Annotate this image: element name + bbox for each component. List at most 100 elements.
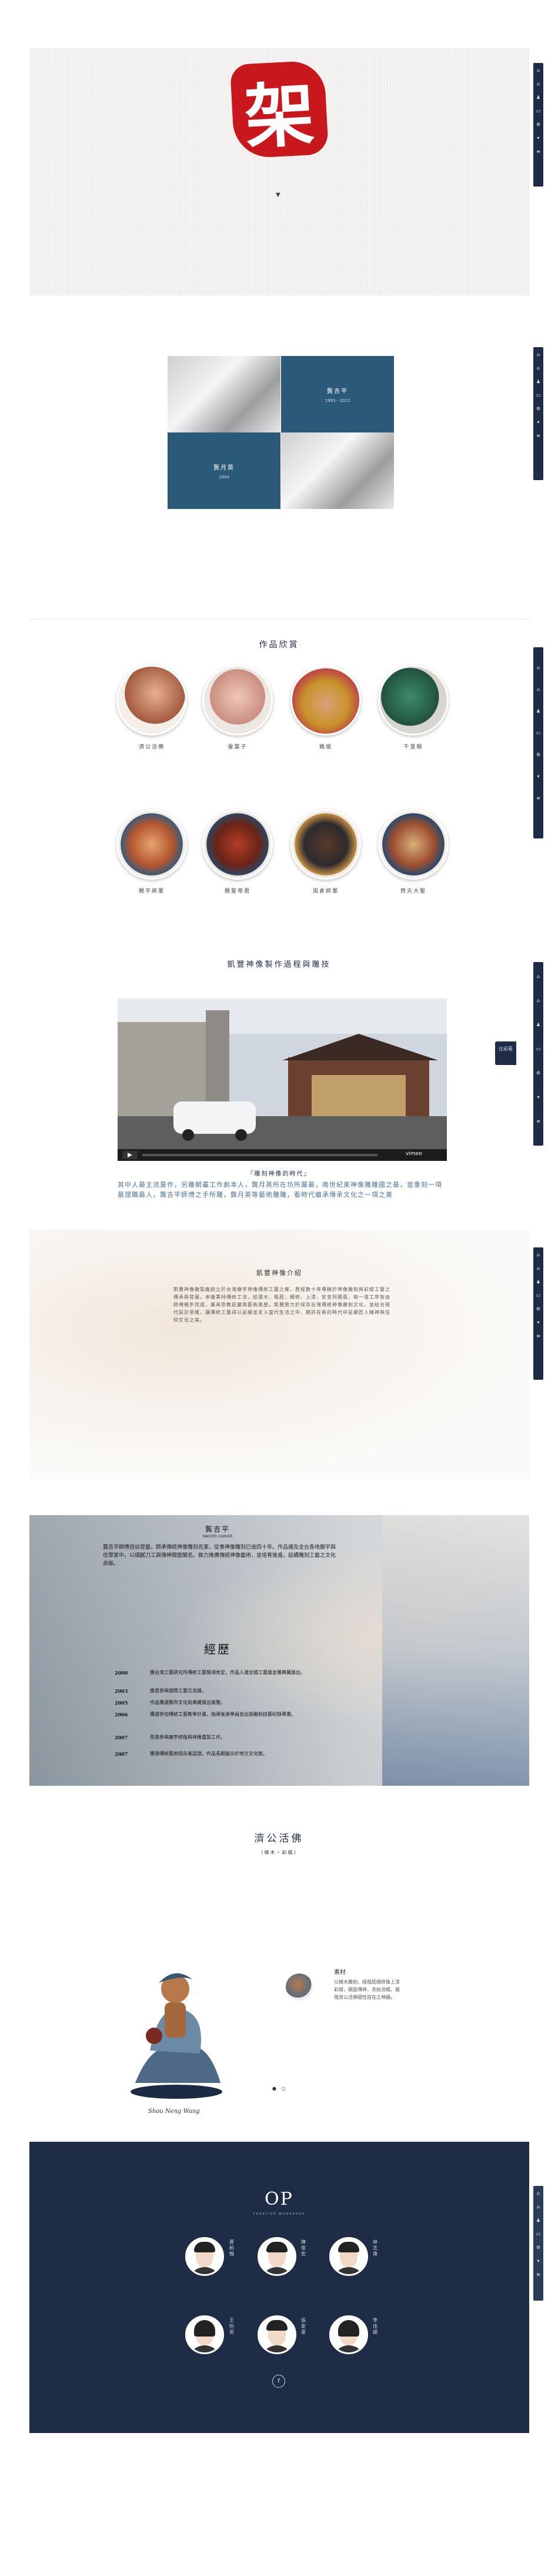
work-thumb[interactable] [290,665,361,735]
hero-section: 架 ▼ [29,48,529,295]
home-icon[interactable]: ⌂ [536,352,541,357]
home-icon[interactable]: ⌂ [536,974,541,979]
intro-card-title: 龔月英 [213,464,235,471]
home-icon[interactable]: ⌂ [536,2191,541,2196]
menu-icon[interactable]: ≡ [536,2272,541,2277]
person-icon[interactable]: ♟ [536,2218,541,2223]
home-icon[interactable]: ⌂ [536,665,541,670]
avatar[interactable] [185,2315,224,2354]
slide-pager[interactable]: ● ○ [272,2086,288,2091]
work-label: 齊天大聖 [400,888,426,894]
folder-icon[interactable]: ▭ [536,1046,541,1051]
home-icon[interactable]: ⌂ [536,687,541,692]
detail-thumb[interactable] [286,1973,313,2001]
menu-icon[interactable]: ≡ [536,1119,541,1124]
seal-character: 架 [242,72,317,158]
avatar[interactable] [329,2315,368,2354]
side-tab[interactable]: 往前看 [495,1041,516,1065]
video-title: 凱豐神像製作過程與雕技 [227,960,331,969]
side-nav: ⌂ ⌂ ♟ ▭ ⚙ ▾ ≡ [533,347,543,480]
home-icon[interactable]: ⌂ [536,1266,541,1271]
side-nav: ⌂ ⌂ ♟ ▭ ⚙ ▾ ≡ [533,1247,543,1380]
folder-icon[interactable]: ▭ [536,108,541,114]
menu-icon[interactable]: ≡ [536,433,541,438]
artist-signature: Shou Neng Wang [148,2108,200,2115]
menu-icon[interactable]: ≡ [536,149,541,154]
member-name: 黃柏翰 [229,2239,234,2257]
timeline-year: 2000 [115,1670,128,1676]
home-icon[interactable]: ⌂ [536,2204,541,2209]
bio-section: 龔吉平 MASTER CARVER 龔吉平師傅自幼習藝，師承傳統神像雕刻名家，從… [29,1515,529,1786]
avatar[interactable] [258,2315,296,2354]
work-thumb[interactable] [378,809,449,880]
avatar[interactable] [185,2237,224,2276]
team-section: OP CREATIVE WORKSHOP 黃柏翰 陳俊宏 林志偉 王怡君 張家豪… [29,2142,529,2433]
home-icon[interactable]: ⌂ [536,81,541,86]
gear-icon[interactable]: ⚙ [536,2245,541,2250]
doc-body: 凱豐神像雕製廠創立於台灣廟宇神像傳統工藝之鄉，歷經數十年專精於神像雕刻與彩繪工藝… [173,1287,390,1323]
intro-card[interactable]: 龔吉平 1993 - 2012 [281,356,394,432]
seal-logo: 架 [229,59,329,159]
work-thumb[interactable] [378,665,449,735]
timeline-row: 2005 作品獲選縣市文化局典藏展出展覽。 [115,1699,326,1706]
work-thumb[interactable] [202,665,273,735]
team-logo: OP [265,2189,293,2209]
folder-icon[interactable]: ▭ [536,730,541,735]
artwork-image [118,1933,235,2104]
work-thumb[interactable] [116,665,187,735]
gear-icon[interactable]: ⚙ [536,122,541,127]
avatar[interactable] [329,2237,368,2276]
arrow-down-icon[interactable]: ▾ [536,1320,541,1325]
intro-doc-section: 凱豐神像介紹 凱豐神像雕製廠創立於台灣廟宇神像傳統工藝之鄉，歷經數十年專精於神像… [29,1230,529,1480]
doc-title: 凱豐神像介紹 [256,1269,302,1277]
work-thumb[interactable] [202,809,273,880]
folder-icon[interactable]: ▭ [536,392,541,398]
member-name: 李佳穎 [373,2318,377,2335]
member-name: 林志偉 [373,2239,377,2257]
timeline-row: 2003 應邀參與國際工藝交流展。 [115,1688,326,1695]
timeline-text: 作品獲選縣市文化局典藏展出展覽。 [150,1700,225,1705]
person-icon[interactable]: ♟ [536,379,541,384]
timeline-row: 2007 受邀參與廟宇修復與神像重製工作。 [115,1734,326,1741]
work-thumb[interactable] [116,809,187,880]
menu-icon[interactable]: ≡ [536,796,541,801]
work-label: 濟公活佛 [138,744,165,750]
video-player[interactable]: vimeo [118,999,447,1161]
intro-card[interactable]: 龔月英 1994 [168,432,280,509]
gear-icon[interactable]: ⚙ [536,406,541,411]
arrow-down-icon[interactable]: ▾ [536,135,541,141]
person-icon[interactable]: ♟ [536,95,541,100]
detail-title: 素材 [334,1969,346,1976]
arrow-down-icon[interactable]: ▾ [536,1094,541,1100]
bio-name: 龔吉平 [205,1525,230,1533]
bio-paragraph: 龔吉平師傅自幼習藝，師承傳統神像雕刻名家，從事神像雕刻已逾四十年。作品遍及全台各… [103,1545,336,1567]
person-icon[interactable]: ♟ [536,1279,541,1284]
home-icon[interactable]: ⌂ [536,998,541,1003]
folder-icon[interactable]: ▭ [536,1293,541,1298]
menu-icon[interactable]: ≡ [536,1333,541,1339]
arrow-down-icon[interactable]: ▾ [536,774,541,779]
home-icon[interactable]: ⌂ [536,365,541,371]
scroll-down-icon[interactable]: ▼ [276,192,280,198]
vimeo-icon[interactable]: vimeo [406,1151,422,1157]
folder-icon[interactable]: ▭ [536,2231,541,2236]
arrow-down-icon[interactable]: ▾ [536,420,541,425]
home-icon[interactable]: ⌂ [536,1252,541,1257]
avatar[interactable] [258,2237,296,2276]
timeline-row: 2007 獲頒傳統藝術保存者認證，作品長期展示於地方文化館。 [115,1750,326,1758]
gear-icon[interactable]: ⚙ [536,1306,541,1312]
home-icon[interactable]: ⌂ [536,68,541,73]
timeline-heading: 經歷 [204,1642,231,1656]
work-label: 關平將軍 [138,888,165,894]
member-name: 張家豪 [301,2318,306,2335]
facebook-icon[interactable]: f [272,2375,285,2388]
gear-icon[interactable]: ⚙ [536,1070,541,1076]
side-nav: ⌂ ⌂ ♟ ▭ ⚙ ▾ ≡ [533,647,543,838]
arrow-down-icon[interactable]: ▾ [536,2258,541,2264]
gear-icon[interactable]: ⚙ [536,752,541,757]
work-label: 周倉將軍 [312,888,339,894]
work-thumb[interactable] [290,809,361,880]
person-icon[interactable]: ♟ [536,708,541,714]
person-icon[interactable]: ♟ [536,1022,541,1027]
video-frame [118,999,447,1161]
